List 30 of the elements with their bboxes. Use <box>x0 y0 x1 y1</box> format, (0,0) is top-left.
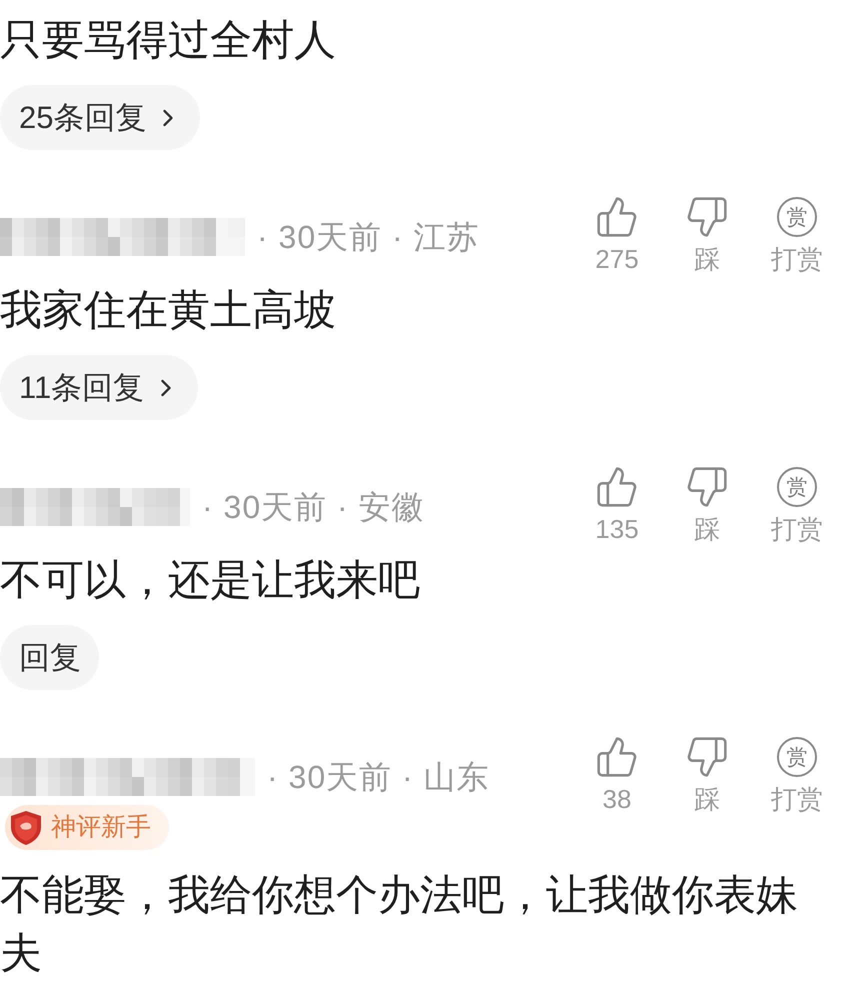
reward-icon: 赏 <box>777 467 817 507</box>
badge-label: 神评新手 <box>51 815 151 840</box>
like-button[interactable]: 38 <box>572 735 662 815</box>
thumbs-down-icon <box>685 195 729 239</box>
dislike-button[interactable]: 踩 <box>662 195 752 275</box>
comment-text: 只要骂得过全村人 <box>0 15 337 65</box>
shield-badge-icon <box>9 810 43 846</box>
thumbs-up-icon <box>595 465 639 509</box>
thumbs-up-icon <box>595 195 639 239</box>
replies-button[interactable]: 25条回复 <box>0 85 200 150</box>
dislike-button[interactable]: 踩 <box>662 735 752 815</box>
reward-icon: 赏 <box>777 737 817 777</box>
thumbs-down-icon <box>685 465 729 509</box>
replies-button[interactable]: 11条回复 <box>0 355 198 420</box>
comment-text: 不能娶，我给你想个办法吧，让我做你表妹夫 <box>0 870 799 978</box>
like-button[interactable]: 275 <box>572 195 662 275</box>
comment-text: 我家住在黄土高坡 <box>0 285 337 335</box>
reward-button[interactable]: 赏 打赏 <box>752 465 842 545</box>
reward-button[interactable]: 赏 打赏 <box>752 195 842 275</box>
comment-meta: · 30天前 · 江苏 <box>257 218 480 257</box>
comment-meta: · 30天前 · 安徽 <box>202 488 425 527</box>
comment-meta: · 30天前 · 山东 <box>267 758 490 797</box>
thumbs-down-icon <box>685 735 729 779</box>
replies-button[interactable]: 回复 <box>0 625 99 690</box>
like-button[interactable]: 135 <box>572 465 662 545</box>
dislike-button[interactable]: 踩 <box>662 465 752 545</box>
reward-button[interactable]: 赏 打赏 <box>752 735 842 815</box>
thumbs-up-icon <box>595 735 639 779</box>
comment-text: 不可以，还是让我来吧 <box>0 555 421 605</box>
reward-icon: 赏 <box>777 197 817 237</box>
